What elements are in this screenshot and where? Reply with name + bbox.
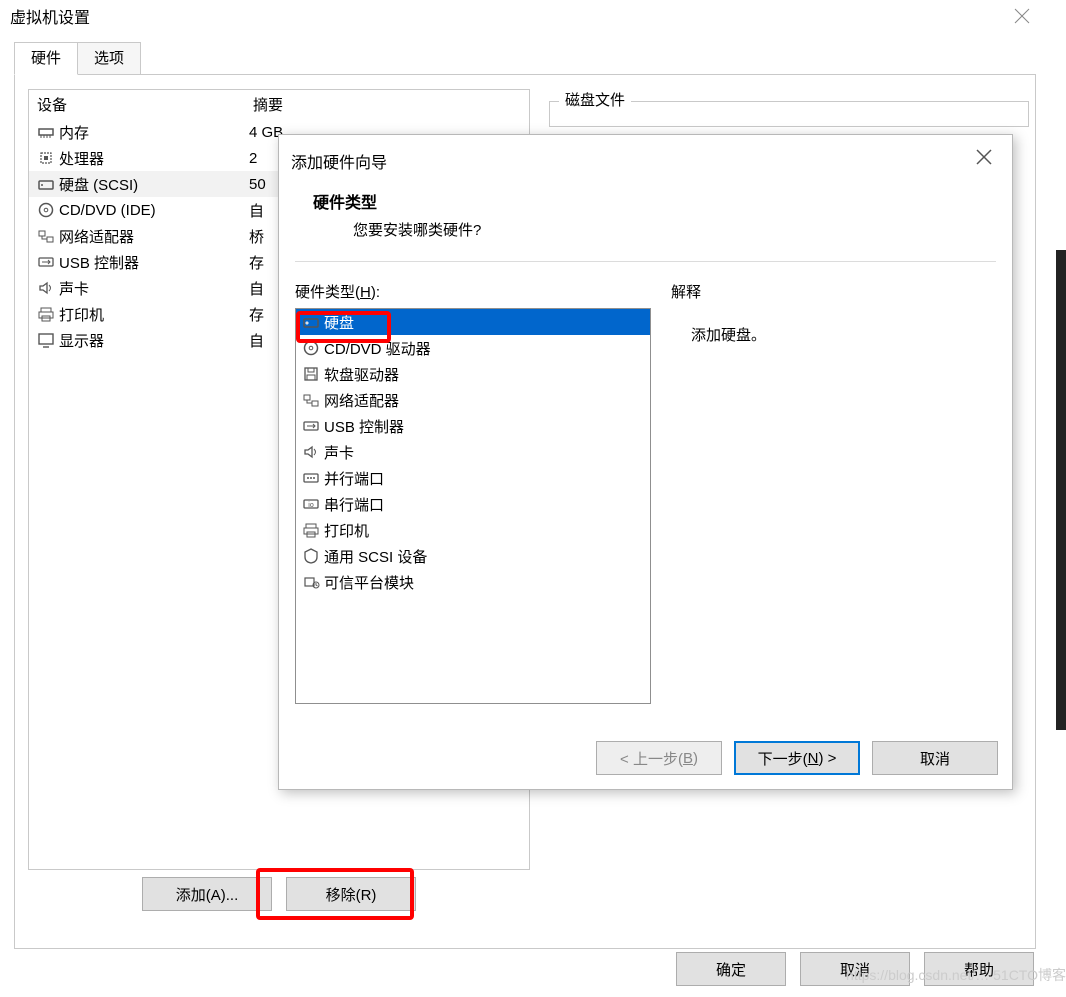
hardware-type-label: 通用 SCSI 设备 (324, 546, 427, 567)
memory-icon (35, 121, 57, 143)
col-device: 设备 (37, 94, 253, 115)
sound-icon (300, 441, 322, 463)
hardware-type-label: 网络适配器 (324, 390, 399, 411)
watermark: https://blog.csdn.net/… 51CTO博客 (846, 965, 1066, 985)
device-label: 打印机 (59, 304, 249, 325)
tabs: 硬件 选项 (14, 42, 140, 75)
ok-button[interactable]: 确定 (676, 952, 786, 986)
hardware-type-label: 串行端口 (324, 494, 384, 515)
disk-file-label: 磁盘文件 (559, 89, 631, 110)
hardware-type-label: 打印机 (324, 520, 369, 541)
cd-icon (35, 199, 57, 221)
device-label: 处理器 (59, 148, 249, 169)
back-button: < 上一步(B) (596, 741, 722, 775)
device-label: 内存 (59, 122, 249, 143)
disk-icon (35, 173, 57, 195)
explanation-text: 添加硬盘。 (691, 324, 996, 345)
hardware-type-item[interactable]: 打印机 (296, 517, 650, 543)
hardware-type-label: 声卡 (324, 442, 354, 463)
printer-icon (35, 303, 57, 325)
wizard-heading: 硬件类型 (313, 189, 377, 213)
hardware-type-item[interactable]: 网络适配器 (296, 387, 650, 413)
floppy-icon (300, 363, 322, 385)
tab-hardware[interactable]: 硬件 (14, 42, 78, 75)
hardware-type-item[interactable]: 并行端口 (296, 465, 650, 491)
cd-icon (300, 337, 322, 359)
display-icon (35, 329, 57, 351)
add-hardware-wizard: 添加硬件向导 硬件类型 您要安装哪类硬件? 硬件类型(H): 硬盘 CD/DVD… (278, 134, 1013, 790)
device-label: CD/DVD (IDE) (59, 202, 249, 219)
window-title: 虚拟机设置 (10, 4, 90, 28)
device-list-header: 设备 摘要 (29, 90, 529, 119)
hardware-type-label: CD/DVD 驱动器 (324, 338, 431, 359)
hardware-type-label: 软盘驱动器 (324, 364, 399, 385)
wizard-cancel-button[interactable]: 取消 (872, 741, 998, 775)
col-summary: 摘要 (253, 94, 529, 115)
close-icon[interactable] (1012, 6, 1032, 26)
explanation-label: 解释 (671, 281, 996, 302)
hardware-type-label: 可信平台模块 (324, 572, 414, 593)
close-icon[interactable] (972, 145, 998, 171)
disk-icon (300, 311, 322, 333)
device-label: 显示器 (59, 330, 249, 351)
hardware-type-item[interactable]: 可信平台模块 (296, 569, 650, 595)
next-button[interactable]: 下一步(N) > (734, 741, 860, 775)
wizard-subheading: 您要安装哪类硬件? (353, 219, 481, 240)
tab-options[interactable]: 选项 (77, 42, 141, 75)
printer-icon (300, 519, 322, 541)
decorative-shadow (1056, 250, 1066, 730)
disk-file-fieldset: 磁盘文件 (549, 89, 1029, 129)
tpm-icon (300, 571, 322, 593)
device-label: 声卡 (59, 278, 249, 299)
hardware-type-list[interactable]: 硬盘 CD/DVD 驱动器 软盘驱动器 网络适配器 USB 控制器 声卡 并行端… (295, 308, 651, 704)
sound-icon (35, 277, 57, 299)
scsi-icon (300, 545, 322, 567)
device-label: USB 控制器 (59, 252, 249, 273)
hardware-type-label: 硬盘 (324, 312, 354, 333)
hardware-type-item[interactable]: 软盘驱动器 (296, 361, 650, 387)
hardware-type-item[interactable]: 声卡 (296, 439, 650, 465)
divider (295, 261, 996, 262)
hardware-type-item[interactable]: 硬盘 (296, 309, 650, 335)
hardware-type-label: USB 控制器 (324, 416, 404, 437)
hardware-type-item[interactable]: 通用 SCSI 设备 (296, 543, 650, 569)
wizard-title: 添加硬件向导 (291, 149, 387, 173)
hardware-type-item[interactable]: USB 控制器 (296, 413, 650, 439)
serial-icon (300, 493, 322, 515)
usb-icon (300, 415, 322, 437)
add-button[interactable]: 添加(A)... (142, 877, 272, 911)
device-label: 硬盘 (SCSI) (59, 174, 249, 195)
hardware-type-item[interactable]: CD/DVD 驱动器 (296, 335, 650, 361)
network-icon (300, 389, 322, 411)
remove-button[interactable]: 移除(R) (286, 877, 416, 911)
usb-icon (35, 251, 57, 273)
device-label: 网络适配器 (59, 226, 249, 247)
cpu-icon (35, 147, 57, 169)
hardware-type-label: 硬件类型(H): (295, 281, 651, 302)
parallel-icon (300, 467, 322, 489)
hardware-type-item[interactable]: 串行端口 (296, 491, 650, 517)
hardware-type-label: 并行端口 (324, 468, 384, 489)
network-icon (35, 225, 57, 247)
